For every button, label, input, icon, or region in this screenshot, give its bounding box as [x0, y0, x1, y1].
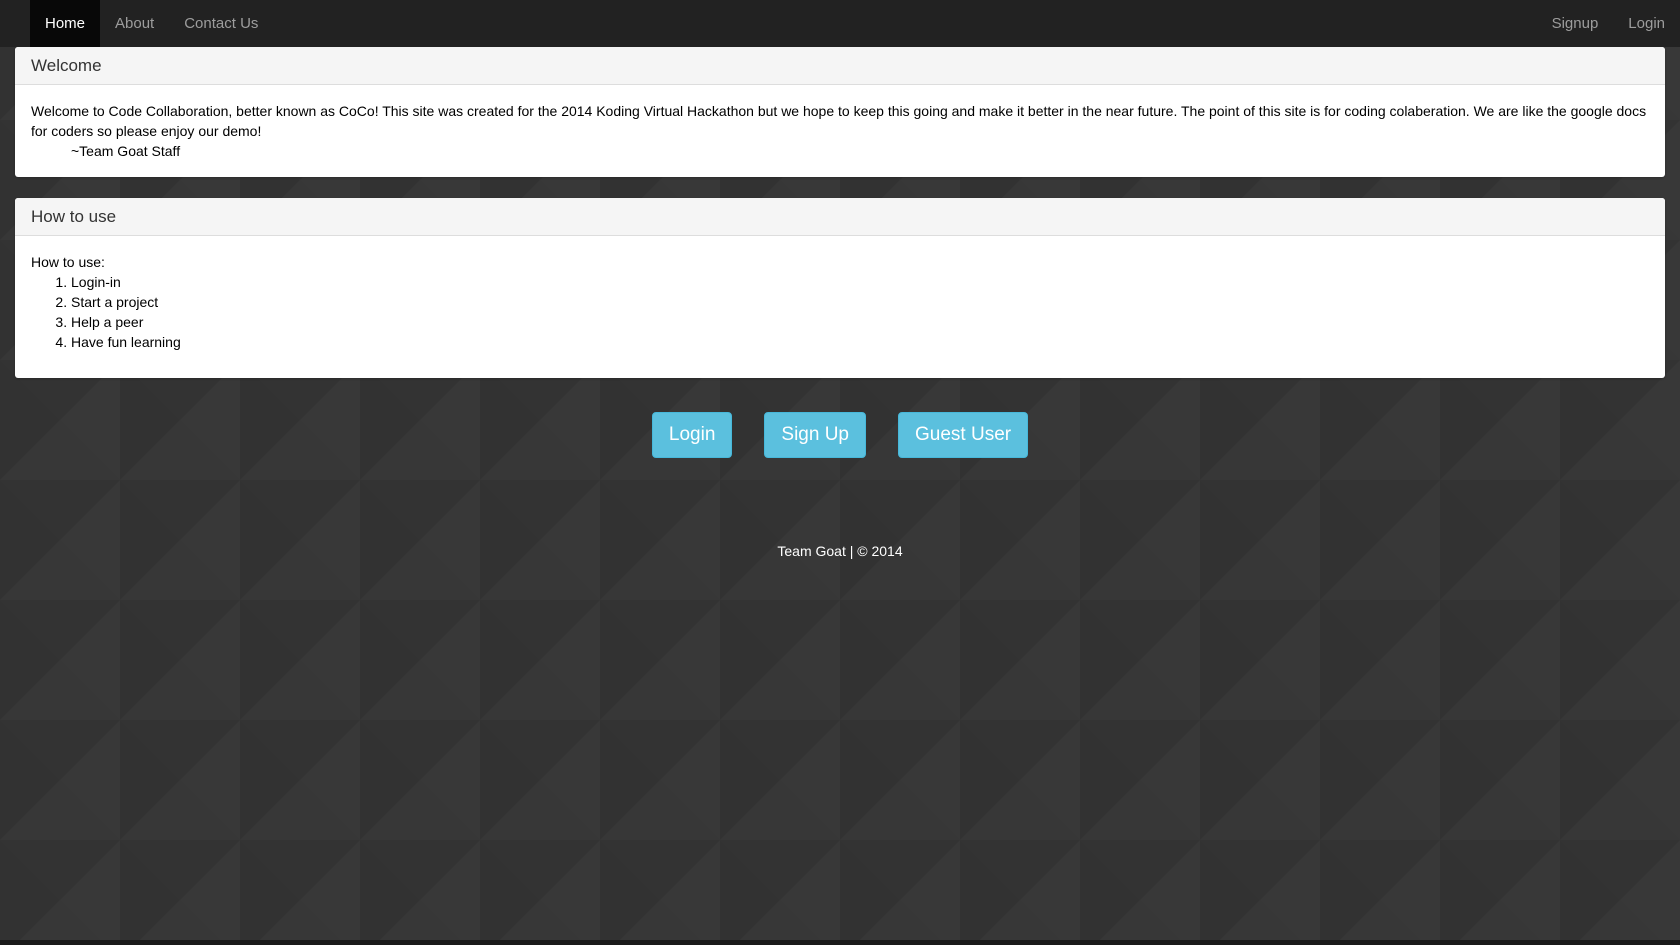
howto-intro: How to use: — [31, 254, 105, 270]
welcome-text: Welcome to Code Collaboration, better kn… — [31, 103, 1647, 139]
howto-step: Start a project — [71, 292, 1649, 312]
nav-left-group: Home About Contact Us — [0, 0, 273, 47]
page-footer: Team Goat | © 2014 — [0, 543, 1680, 559]
nav-about-link[interactable]: About — [100, 0, 169, 47]
nav-home-link[interactable]: Home — [30, 0, 101, 47]
howto-step: Help a peer — [71, 312, 1649, 332]
howto-step: Login-in — [71, 272, 1649, 292]
guest-user-button[interactable]: Guest User — [898, 412, 1029, 458]
welcome-signature: ~Team Goat Staff — [71, 143, 181, 159]
footer-text: Team Goat | © 2014 — [777, 543, 903, 559]
signup-button[interactable]: Sign Up — [764, 412, 866, 458]
nav-login-link[interactable]: Login — [1613, 0, 1680, 47]
bottom-strip — [0, 940, 1680, 945]
welcome-heading: Welcome — [15, 47, 1665, 85]
howto-heading: How to use — [15, 198, 1665, 236]
howto-body: How to use: Login-in Start a project Hel… — [15, 236, 1665, 368]
nav-right-group: Signup Login — [1537, 0, 1680, 47]
welcome-body: Welcome to Code Collaboration, better kn… — [15, 85, 1665, 177]
nav-contact-link[interactable]: Contact Us — [169, 0, 273, 47]
top-navbar: Home About Contact Us Signup Login — [0, 0, 1680, 47]
nav-signup-link[interactable]: Signup — [1537, 0, 1614, 47]
howto-step: Have fun learning — [71, 332, 1649, 352]
howto-steps-list: Login-in Start a project Help a peer Hav… — [31, 272, 1649, 352]
howto-panel: How to use How to use: Login-in Start a … — [15, 198, 1665, 378]
welcome-panel: Welcome Welcome to Code Collaboration, b… — [15, 47, 1665, 177]
action-buttons: Login Sign Up Guest User — [0, 412, 1680, 458]
login-button[interactable]: Login — [651, 412, 733, 458]
